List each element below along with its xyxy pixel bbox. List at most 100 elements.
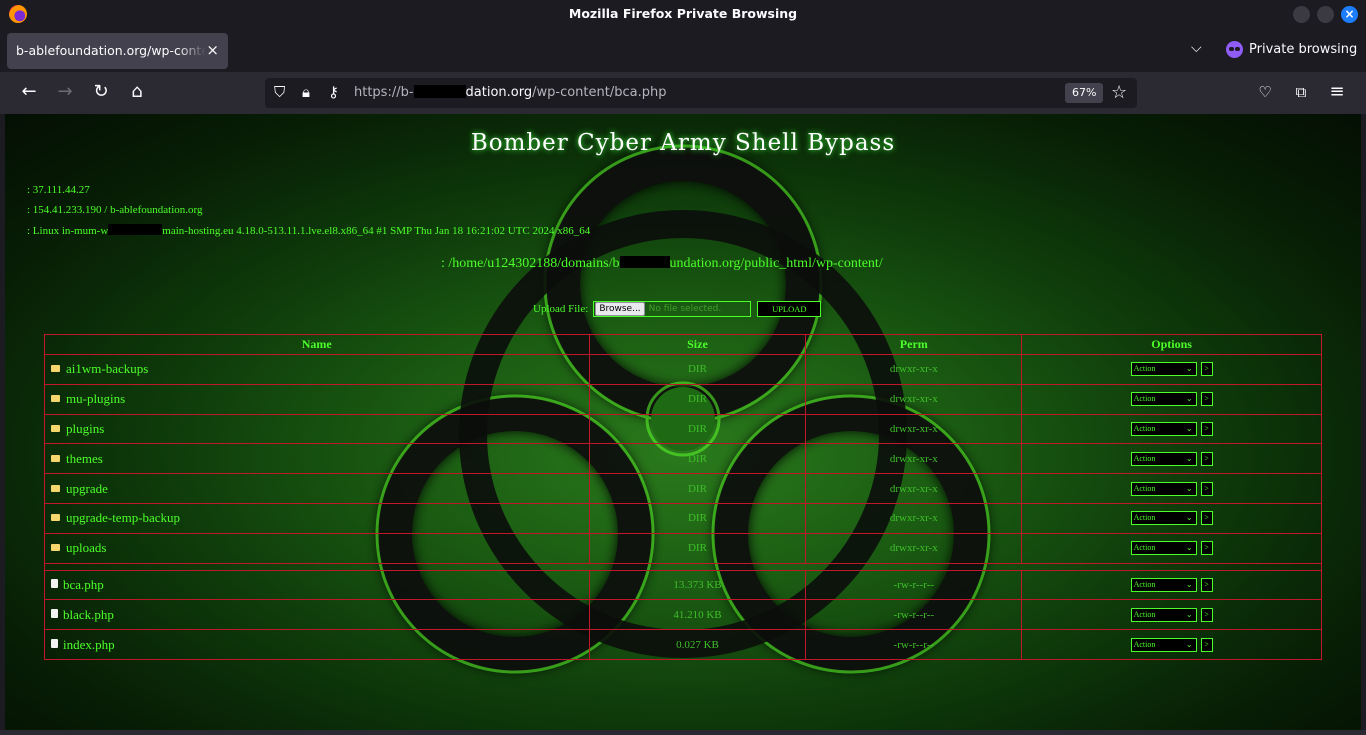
action-go-button[interactable]: > bbox=[1200, 607, 1213, 622]
perm-cell[interactable]: -rw-r--r-- bbox=[805, 569, 1023, 601]
list-all-tabs-chevron-down-icon[interactable]: ⌵ bbox=[1191, 40, 1202, 56]
folder-link[interactable]: mu-plugins bbox=[66, 391, 125, 406]
folder-icon bbox=[51, 484, 60, 492]
window-titlebar: Mozilla Firefox Private Browsing × bbox=[0, 0, 1366, 28]
cwd-suffix: undation.org/public_html/wp-content/ bbox=[669, 256, 883, 271]
action-go-button[interactable]: > bbox=[1200, 362, 1213, 377]
action-select[interactable]: Action ⌄ bbox=[1130, 451, 1197, 466]
perm-cell[interactable]: drwxr-xr-x bbox=[805, 354, 1023, 385]
action-select-label: Action bbox=[1133, 423, 1156, 433]
chevron-down-icon: ⌄ bbox=[1185, 423, 1193, 433]
back-arrow-icon[interactable]: ← bbox=[18, 82, 40, 102]
action-select-label: Action bbox=[1133, 639, 1156, 649]
action-go-button[interactable]: > bbox=[1200, 481, 1213, 496]
tab-title: b-ablefoundation.org/wp-content/bca.php bbox=[16, 43, 206, 58]
file-link[interactable]: black.php bbox=[63, 607, 114, 622]
perm-cell[interactable]: drwxr-xr-x bbox=[805, 502, 1023, 534]
bookmark-star-icon[interactable]: ☆ bbox=[1111, 82, 1127, 103]
options-cell: Action ⌄ > bbox=[1021, 599, 1322, 631]
size-cell: 13.373 KB bbox=[588, 569, 807, 601]
action-go-button[interactable]: > bbox=[1200, 577, 1213, 592]
table-row: themes DIR drwxr-xr-x Action ⌄ > bbox=[44, 443, 1322, 475]
options-cell: Action ⌄ > bbox=[1021, 532, 1322, 564]
action-go-button[interactable]: > bbox=[1200, 421, 1213, 436]
current-directory-path[interactable]: : /home/u124302188/domains/b undation.org… bbox=[441, 256, 883, 272]
file-input[interactable]: Browse... No file selected. bbox=[593, 301, 752, 317]
action-select[interactable]: Action ⌄ bbox=[1130, 637, 1197, 652]
perm-cell[interactable]: drwxr-xr-x bbox=[805, 532, 1023, 564]
chevron-down-icon: ⌄ bbox=[1185, 543, 1193, 553]
close-window-button[interactable]: × bbox=[1341, 6, 1358, 23]
uname-suffix: main-hosting.eu 4.18.0-513.11.1.lve.el8.… bbox=[162, 225, 591, 237]
options-cell: Action ⌄ > bbox=[1021, 569, 1322, 601]
tab-close-icon[interactable]: × bbox=[206, 41, 219, 59]
action-select-label: Action bbox=[1133, 453, 1156, 463]
action-go-button[interactable]: > bbox=[1200, 451, 1213, 466]
folder-link[interactable]: ai1wm-backups bbox=[66, 361, 148, 376]
perm-cell[interactable]: drwxr-xr-x bbox=[805, 443, 1023, 475]
key-icon[interactable]: ⚷ bbox=[328, 83, 339, 101]
folder-link[interactable]: themes bbox=[66, 451, 103, 466]
name-cell: ai1wm-backups bbox=[44, 354, 590, 385]
size-cell: DIR bbox=[588, 443, 807, 475]
browse-button[interactable]: Browse... bbox=[595, 302, 645, 316]
zoom-level-button[interactable]: 67% bbox=[1065, 83, 1104, 103]
action-select[interactable]: Action ⌄ bbox=[1130, 607, 1197, 622]
forward-arrow-icon[interactable]: → bbox=[54, 82, 76, 102]
maximize-button[interactable] bbox=[1317, 6, 1334, 23]
file-icon bbox=[51, 578, 58, 588]
size-cell: 41.210 KB bbox=[588, 599, 807, 631]
table-row: plugins DIR drwxr-xr-x Action ⌄ > bbox=[44, 413, 1322, 445]
table-row: ai1wm-backups DIR drwxr-xr-x Action ⌄ > bbox=[44, 354, 1322, 385]
options-cell: Action ⌄ > bbox=[1021, 354, 1322, 385]
url-bar[interactable]: ⛉ 🔒︎ ⚷ https://b-dation.org/wp-content/b… bbox=[265, 78, 1137, 108]
tracking-protection-shield-icon[interactable]: ⛉ bbox=[274, 83, 285, 101]
folder-link[interactable]: uploads bbox=[66, 540, 106, 555]
file-link[interactable]: bca.php bbox=[63, 577, 104, 592]
pocket-icon[interactable]: ♡ bbox=[1254, 82, 1276, 102]
action-select-label: Action bbox=[1133, 513, 1156, 523]
options-cell: Action ⌄ > bbox=[1021, 629, 1322, 660]
action-go-button[interactable]: > bbox=[1200, 541, 1213, 556]
perm-cell[interactable]: drwxr-xr-x bbox=[805, 413, 1023, 445]
minimize-button[interactable] bbox=[1293, 6, 1310, 23]
table-row: upgrade-temp-backup DIR drwxr-xr-x Action ⌄ > bbox=[44, 502, 1322, 534]
file-link[interactable]: index.php bbox=[63, 637, 115, 652]
action-select[interactable]: Action ⌄ bbox=[1130, 481, 1197, 496]
action-select[interactable]: Action ⌄ bbox=[1130, 541, 1197, 556]
home-icon[interactable]: ⌂ bbox=[126, 82, 148, 102]
action-select[interactable]: Action ⌄ bbox=[1130, 577, 1197, 592]
tab-active[interactable]: b-ablefoundation.org/wp-content/bca.php … bbox=[7, 33, 228, 69]
action-select-label: Action bbox=[1133, 394, 1156, 404]
server-ip: : 154.41.233.190 / b-ablefoundation.org bbox=[27, 204, 203, 216]
perm-cell[interactable]: drwxr-xr-x bbox=[805, 473, 1023, 504]
name-cell: bca.php bbox=[44, 569, 590, 601]
action-select[interactable]: Action ⌄ bbox=[1130, 511, 1197, 526]
perm-cell[interactable]: drwxr-xr-x bbox=[805, 383, 1023, 415]
action-go-button[interactable]: > bbox=[1200, 511, 1213, 526]
lock-icon[interactable]: 🔒︎ bbox=[302, 83, 310, 101]
extensions-puzzle-icon[interactable]: ⧉ bbox=[1290, 82, 1312, 102]
url-text[interactable]: https://b-dation.org/wp-content/bca.php bbox=[354, 85, 666, 100]
perm-cell[interactable]: -rw-r--r-- bbox=[805, 599, 1023, 631]
chevron-down-icon: ⌄ bbox=[1185, 394, 1193, 404]
folder-link[interactable]: upgrade-temp-backup bbox=[66, 510, 180, 525]
action-select[interactable]: Action ⌄ bbox=[1130, 392, 1197, 407]
size-cell: DIR bbox=[588, 383, 807, 415]
client-ip: : 37.111.44.27 bbox=[27, 184, 90, 196]
window-title: Mozilla Firefox Private Browsing bbox=[568, 6, 798, 21]
upload-button[interactable]: UPLOAD bbox=[757, 301, 822, 317]
perm-cell[interactable]: -rw-r--r-- bbox=[805, 629, 1023, 660]
folder-link[interactable]: plugins bbox=[66, 421, 104, 436]
folder-icon bbox=[51, 395, 60, 403]
action-select[interactable]: Action ⌄ bbox=[1130, 421, 1197, 436]
folder-icon bbox=[51, 454, 60, 462]
action-go-button[interactable]: > bbox=[1200, 637, 1213, 652]
folder-link[interactable]: upgrade bbox=[66, 481, 108, 496]
action-go-button[interactable]: > bbox=[1200, 392, 1213, 407]
name-cell: black.php bbox=[44, 599, 590, 631]
action-select[interactable]: Action ⌄ bbox=[1130, 362, 1197, 377]
hamburger-menu-icon[interactable]: ≡ bbox=[1326, 82, 1348, 102]
folder-icon bbox=[51, 365, 60, 373]
reload-icon[interactable]: ↻ bbox=[90, 82, 112, 102]
